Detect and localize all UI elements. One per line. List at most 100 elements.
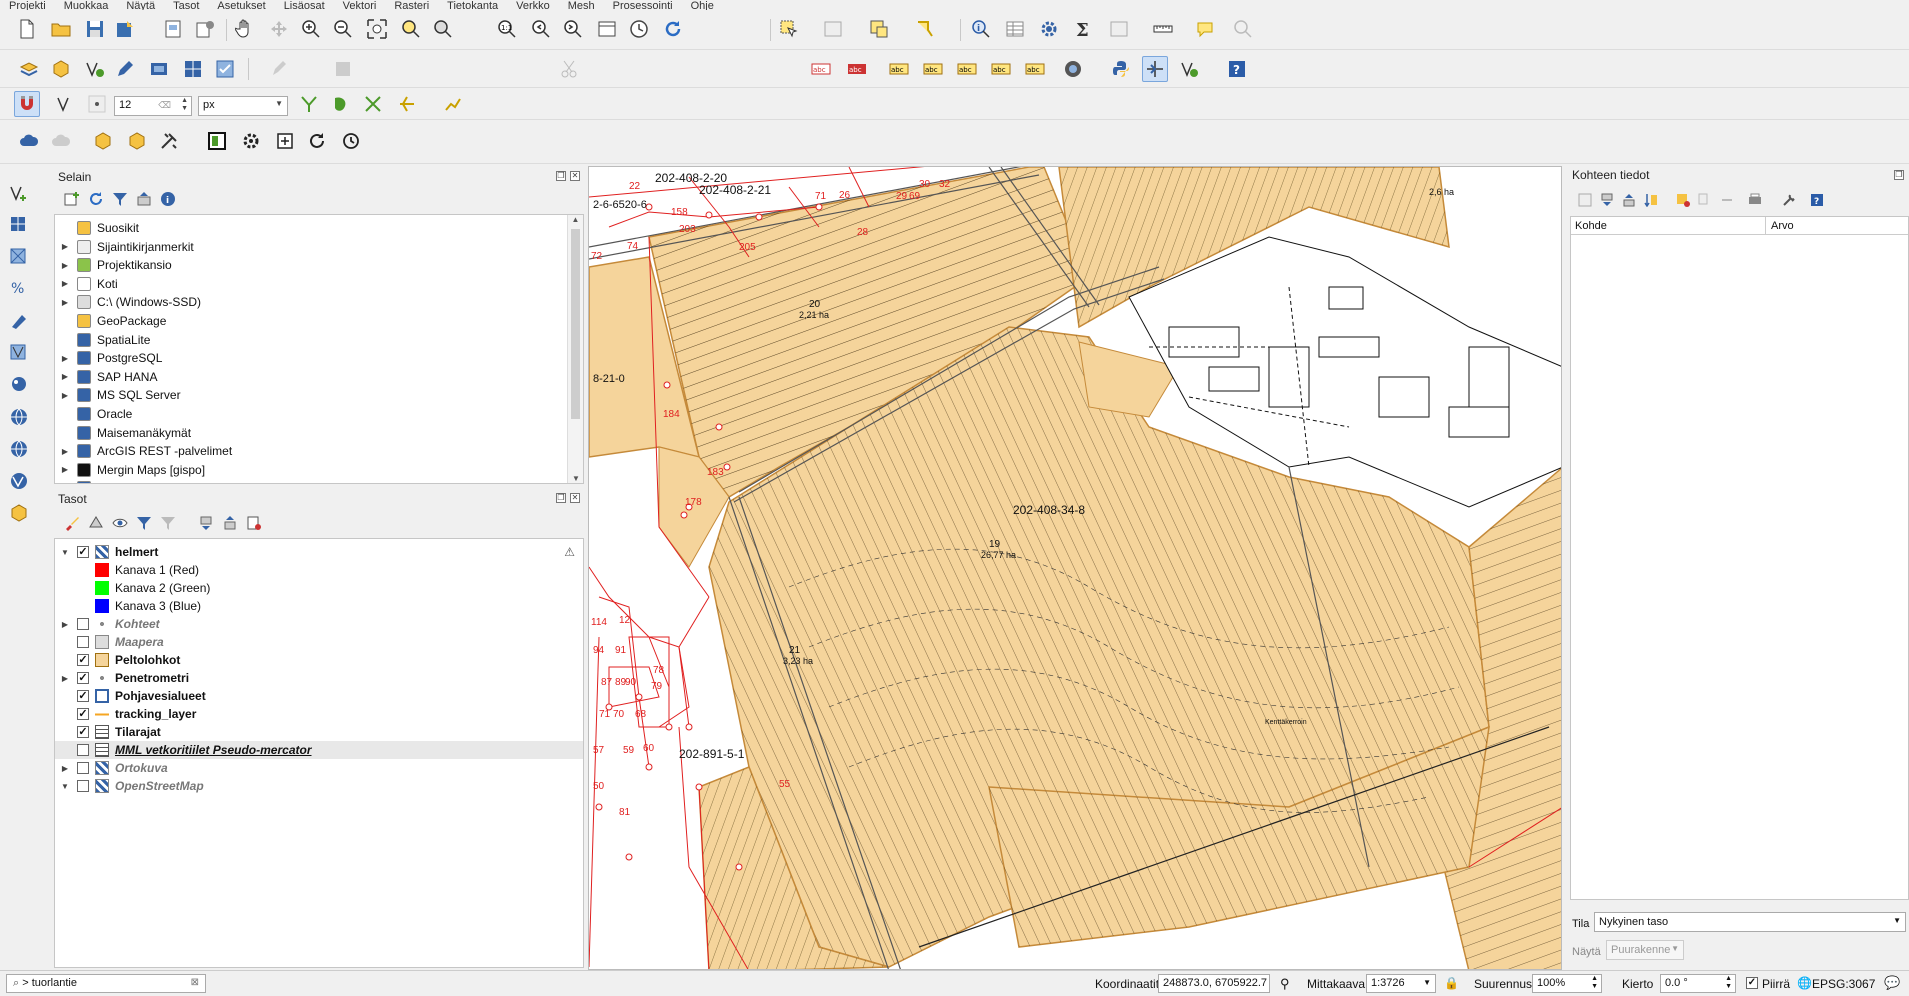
layer-item[interactable]: ✓ Peltolohkot <box>55 651 583 669</box>
menu-item[interactable]: Ohje <box>682 1 723 11</box>
filter-icon[interactable] <box>136 515 152 531</box>
float-icon[interactable]: ❐ <box>556 171 566 181</box>
print-icon[interactable] <box>1748 193 1762 207</box>
snap-unit-select[interactable]: px ▼ <box>198 96 288 116</box>
layer-item[interactable]: ▶ Kohteet <box>55 615 583 633</box>
topological-editing-button[interactable] <box>296 91 322 117</box>
save-project-button[interactable] <box>82 16 108 42</box>
browser-item[interactable]: ▶ SAP HANA <box>55 368 157 386</box>
scroll-down-icon[interactable]: ▼ <box>568 474 584 483</box>
mergin-sync-button[interactable] <box>124 128 150 154</box>
layer-visibility-checkbox[interactable] <box>77 780 89 792</box>
browser-item[interactable]: ▶ Projektikansio <box>55 256 172 274</box>
expand-arrow-icon[interactable]: ▶ <box>59 242 71 251</box>
legend-item[interactable]: Kanava 2 (Green) <box>55 579 583 597</box>
add-vector-tile-button[interactable] <box>6 468 32 494</box>
legend-item[interactable]: Kanava 1 (Red) <box>55 561 583 579</box>
menu-item[interactable]: Projekti <box>0 1 55 11</box>
layer-item[interactable]: MML vetkoritiilet Pseudo-mercator <box>55 741 583 759</box>
virtual-layer-button[interactable] <box>146 56 172 82</box>
browser-item[interactable]: Pilvi <box>55 479 119 483</box>
add-wms-button[interactable] <box>6 404 32 430</box>
add-group-icon[interactable] <box>88 515 104 531</box>
identify-results-table[interactable]: Kohde Arvo <box>1570 216 1909 900</box>
add-wfs-button[interactable] <box>6 436 32 462</box>
eye-icon[interactable] <box>112 515 128 531</box>
layer-visibility-checkbox[interactable] <box>77 744 89 756</box>
menu-item[interactable]: Näytä <box>117 1 164 11</box>
remove-layer-icon[interactable] <box>246 515 262 531</box>
menu-item[interactable]: Lisäosat <box>275 1 334 11</box>
snap-type-button[interactable] <box>84 91 110 117</box>
intersection-button[interactable] <box>360 91 386 117</box>
select-location-button[interactable] <box>912 16 938 42</box>
settings-button[interactable] <box>238 128 264 154</box>
map-canvas[interactable]: 202-408-2-20 202-408-2-21 2-6-6520-6 8-21-0… <box>588 166 1562 970</box>
warning-icon[interactable]: ⚠ <box>564 545 575 559</box>
browser-item[interactable]: ▶ Koti <box>55 275 118 293</box>
add-mesh-button[interactable] <box>6 244 32 270</box>
validate-button[interactable] <box>212 56 238 82</box>
expand-all-icon[interactable] <box>198 515 214 531</box>
statistics-button[interactable]: Σ <box>1070 16 1096 42</box>
rotate-label-button[interactable]: abc <box>988 56 1014 82</box>
browser-item[interactable]: Oracle <box>55 405 132 423</box>
mesh-layer-button[interactable] <box>180 56 206 82</box>
new-geopackage-button[interactable] <box>48 56 74 82</box>
digitize-button[interactable] <box>82 56 108 82</box>
add-vector-button[interactable] <box>6 180 32 206</box>
label-toolbar-button[interactable]: abc <box>808 56 834 82</box>
snap-tolerance-spinbox[interactable]: 12 ⌫ ▲ ▼ <box>114 96 192 116</box>
clear-results-icon[interactable] <box>1676 193 1690 207</box>
cloud-sync-button[interactable] <box>48 128 74 154</box>
coordinate-field[interactable]: 248873.0, 6705922.7 <box>1158 974 1270 993</box>
sort-icon[interactable] <box>1644 193 1658 207</box>
snap-layers-button[interactable] <box>52 91 78 117</box>
select-features-button[interactable] <box>776 16 802 42</box>
mergin-maps-button[interactable] <box>204 128 230 154</box>
scroll-up-icon[interactable]: ▲ <box>568 215 583 224</box>
browser-item[interactable]: ▶ PostgreSQL <box>55 349 162 367</box>
processing-toolbox-button[interactable] <box>1036 16 1062 42</box>
tools-button[interactable] <box>156 128 182 154</box>
help-button[interactable]: ? <box>1224 56 1250 82</box>
edit-pencil-button[interactable] <box>112 56 138 82</box>
print-layout-button[interactable] <box>160 16 186 42</box>
menu-item[interactable]: Rasteri <box>385 1 438 11</box>
expand-arrow-icon[interactable]: ▶ <box>59 764 71 773</box>
menu-item[interactable]: Prosessointi <box>604 1 682 11</box>
toggle-editing-button[interactable] <box>266 56 292 82</box>
open-project-button[interactable] <box>48 16 74 42</box>
browser-item[interactable]: ▶ Sijaintikirjanmerkit <box>55 238 194 256</box>
enable-snapping-button[interactable] <box>14 91 40 117</box>
locator-search[interactable]: ⌕ > tuorlantie ⊠ <box>6 974 206 993</box>
expand-arrow-icon[interactable]: ▶ <box>59 279 71 288</box>
info-icon[interactable]: i <box>160 191 176 207</box>
copy-icon[interactable] <box>1698 193 1712 207</box>
label-highlight-button[interactable]: abc <box>844 56 870 82</box>
zoom-to-selection-button[interactable] <box>398 16 424 42</box>
add-selected-icon[interactable] <box>64 191 80 207</box>
browser-scrollbar[interactable]: ▲ ▼ <box>567 215 583 483</box>
mergin-button[interactable] <box>90 128 116 154</box>
show-labels-button[interactable]: abc <box>920 56 946 82</box>
scroll-thumb[interactable] <box>571 229 580 419</box>
browser-item[interactable]: ▶ Mergin Maps [gispo] <box>55 461 205 479</box>
clear-icon[interactable]: ⊠ <box>191 977 199 988</box>
data-source-manager-button[interactable] <box>16 56 42 82</box>
node-tool-button[interactable] <box>1176 56 1202 82</box>
sync-button[interactable] <box>304 128 330 154</box>
browser-item[interactable]: Suosikit <box>55 219 139 237</box>
expand-arrow-icon[interactable]: ▶ <box>59 465 71 474</box>
menu-item[interactable]: Asetukset <box>208 1 274 11</box>
mode-select[interactable]: Nykyinen taso ▼ <box>1594 912 1906 932</box>
column-header-arvo[interactable]: Arvo <box>1771 220 1794 232</box>
style-brush-icon[interactable] <box>64 515 80 531</box>
expand-arrow-icon[interactable]: ▼ <box>59 782 71 791</box>
crs-globe-icon[interactable]: 🌐 <box>1797 976 1812 990</box>
mouse-toggle-icon[interactable]: ⚲ <box>1280 976 1290 992</box>
view-select[interactable]: Puurakenne ▼ <box>1606 940 1684 960</box>
cloud-button[interactable] <box>16 128 42 154</box>
layer-item[interactable]: Maapera <box>55 633 583 651</box>
help-icon[interactable]: ? <box>1810 193 1824 207</box>
